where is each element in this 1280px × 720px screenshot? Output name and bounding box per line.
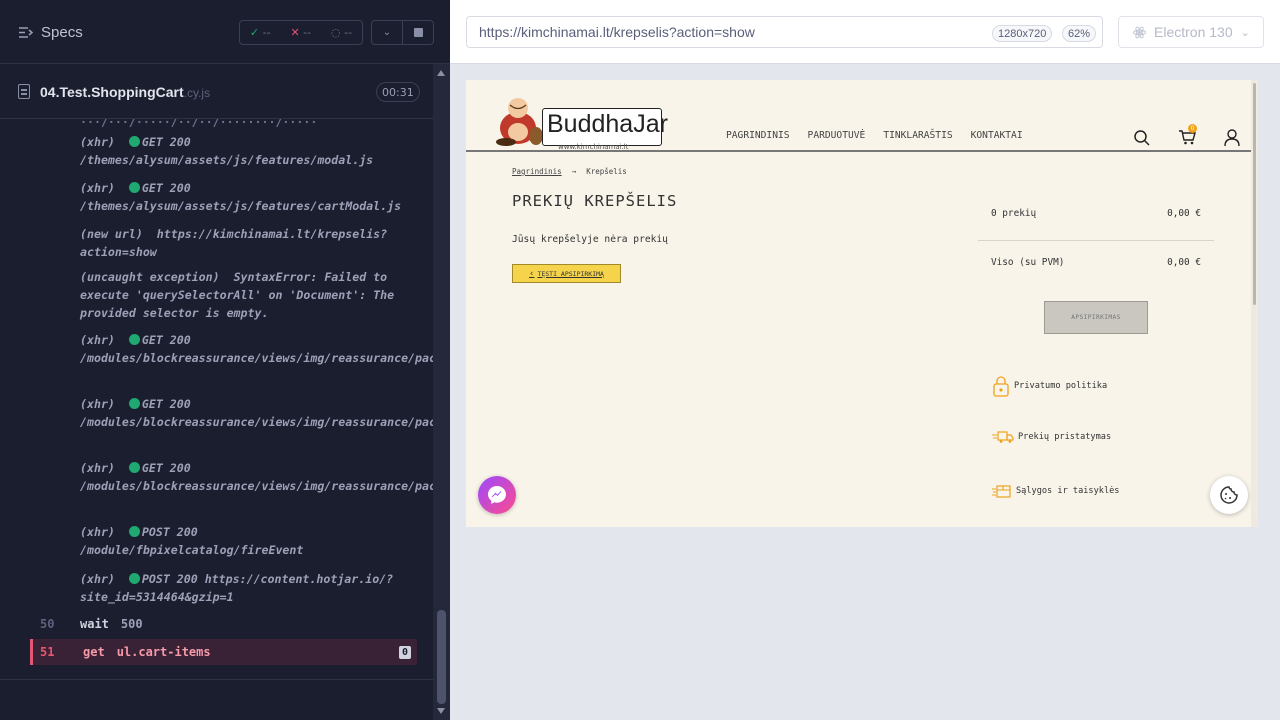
reassurance-privacy[interactable]: Privatumo politika (992, 375, 1107, 397)
passed-stat: ✓ -- (249, 26, 271, 39)
log-entry[interactable]: (xhr) GET 200 /modules/blockreassurance/… (80, 331, 433, 367)
status-dot-icon (128, 398, 140, 409)
breadcrumb: Pagrindinis → Krepšelis (512, 167, 627, 176)
nav-item-home[interactable]: PAGRINDINIS (726, 130, 790, 141)
nav-item-shop[interactable]: PARDUOTUVĖ (808, 130, 866, 141)
header-divider (466, 150, 1258, 152)
divider (0, 679, 433, 680)
scroll-up-icon[interactable] (437, 70, 445, 76)
search-button[interactable] (1133, 128, 1153, 148)
url-bar[interactable]: https://kimchinamai.lt/krepselis?action=… (466, 16, 1103, 48)
cookie-settings-button[interactable] (1210, 476, 1248, 514)
test-stats: ✓ -- ✕ -- ◌ -- (239, 20, 363, 45)
messenger-icon (488, 486, 506, 504)
cart-count-badge: 0 (1188, 124, 1197, 133)
browser-selector[interactable]: Electron 130 ⌄ (1118, 16, 1264, 48)
chevron-down-icon: ⌄ (382, 27, 392, 38)
viewport-size-badge[interactable]: 1280x720 (992, 25, 1053, 42)
breadcrumb-home-link[interactable]: Pagrindinis (512, 167, 562, 176)
log-entry[interactable]: (new url) https://kimchinamai.lt/krepsel… (80, 225, 420, 261)
spinner-icon: ◌ (330, 26, 341, 39)
nav-item-contacts[interactable]: KONTAKTAI (971, 130, 1023, 141)
file-icon (18, 84, 30, 99)
url-text: https://kimchinamai.lt/krepselis?action=… (479, 24, 755, 40)
status-dot-icon (128, 182, 140, 193)
summary-divider (978, 240, 1214, 241)
account-button[interactable] (1223, 128, 1243, 148)
command-row[interactable]: 50 wait 500 (30, 611, 417, 637)
scroll-down-icon[interactable] (437, 708, 445, 714)
messenger-chat-button[interactable] (478, 476, 516, 514)
command-log: ···/···/·····/··/··/········/····· (xhr)… (0, 119, 433, 679)
runner-header: Specs ✓ -- ✕ -- ◌ -- ⌄ (0, 0, 450, 64)
cookie-icon (1220, 486, 1238, 504)
log-entry[interactable]: (xhr) GET 200 /modules/blockreassurance/… (80, 395, 433, 431)
site-logo[interactable]: BuddhaJar www.kimchinamai.lt (492, 86, 668, 151)
reassurance-delivery[interactable]: Prekių pristatymas (992, 430, 1111, 444)
main-nav: PAGRINDINIS PARDUOTUVĖ TINKLARAŠTIS KONT… (726, 130, 1023, 141)
page-title: PREKIŲ KREPŠELIS (512, 192, 678, 210)
status-dot-icon (128, 573, 140, 584)
chevron-left-icon: ‹ (529, 268, 535, 279)
page-scrollbar-thumb[interactable] (1253, 83, 1256, 305)
breadcrumb-current: Krepšelis (586, 167, 627, 176)
breadcrumb-arrow-icon: → (571, 167, 577, 176)
nav-item-blog[interactable]: TINKLARAŠTIS (883, 130, 952, 141)
log-entry[interactable]: (uncaught exception) SyntaxError: Failed… (80, 268, 420, 322)
search-icon (1134, 130, 1150, 146)
status-dot-icon (128, 136, 140, 147)
electron-icon (1133, 26, 1146, 38)
stop-icon (413, 28, 423, 37)
summary-items-row: 0 prekių 0,00 € (991, 208, 1201, 219)
scrollbar-thumb[interactable] (437, 610, 446, 704)
pending-stat: ◌ -- (330, 26, 353, 39)
command-log-scrollbar[interactable] (433, 64, 450, 720)
specs-list-icon (19, 27, 33, 38)
browser-toolbar: https://kimchinamai.lt/krepselis?action=… (450, 0, 1280, 64)
app-under-test: BuddhaJar www.kimchinamai.lt PAGRINDINIS… (466, 80, 1258, 527)
logo-text: BuddhaJar (542, 108, 668, 146)
lock-icon (993, 376, 1009, 397)
page-scrollbar[interactable] (1251, 80, 1258, 527)
parcel-icon (992, 485, 1011, 498)
log-entry-partial: ···/···/·····/··/··/········/····· (80, 119, 318, 129)
truck-icon (992, 431, 1014, 443)
reassurance-terms[interactable]: Sąlygos ir taisyklės (992, 483, 1119, 499)
run-timer: 00:31 (376, 82, 420, 102)
log-entry[interactable]: (xhr) POST 200 /module/fbpixelcatalog/fi… (80, 523, 420, 559)
spec-header: 04.Test.ShoppingCart.cy.js 00:31 (0, 64, 433, 119)
log-entry[interactable]: (xhr) POST 200 https://content.hotjar.io… (80, 570, 420, 606)
checkout-button[interactable]: APSIPIRKIMAS (1044, 301, 1148, 334)
specs-label: Specs (41, 24, 83, 41)
cross-icon: ✕ (290, 26, 300, 39)
buddha-mascot-icon (496, 98, 543, 146)
log-entry[interactable]: (xhr) GET 200 /themes/alysum/assets/js/f… (80, 133, 420, 169)
failed-stat: ✕ -- (290, 26, 312, 39)
status-dot-icon (128, 526, 140, 537)
specs-toggle[interactable]: Specs (18, 24, 83, 41)
check-icon: ✓ (249, 26, 260, 39)
user-icon (1224, 129, 1240, 147)
cart-button[interactable]: 0 (1178, 124, 1198, 148)
summary-total-row: Viso (su PVM) 0,00 € (991, 257, 1201, 268)
chevron-down-icon: ⌄ (1240, 26, 1250, 39)
spec-file-name[interactable]: 04.Test.ShoppingCart.cy.js (40, 84, 210, 100)
browser-name: Electron 130 (1154, 24, 1233, 40)
stop-button[interactable] (402, 20, 434, 45)
status-dot-icon (128, 462, 140, 473)
zoom-badge[interactable]: 62% (1062, 25, 1097, 42)
empty-cart-message: Jūsų krepšelyje nėra prekių (512, 234, 668, 245)
continue-shopping-button[interactable]: ‹ TĘSTI APSIPIRKIMĄ (512, 264, 621, 283)
status-dot-icon (128, 334, 140, 345)
log-entry[interactable]: (xhr) GET 200 /modules/blockreassurance/… (80, 459, 433, 495)
element-count-badge: 0 (399, 646, 411, 659)
command-row-failed[interactable]: 51 get ul.cart-items 0 (30, 639, 417, 665)
cypress-runner-panel: Specs ✓ -- ✕ -- ◌ -- ⌄ 04.Test.ShoppingC… (0, 0, 450, 720)
log-entry[interactable]: (xhr) GET 200 /themes/alysum/assets/js/f… (80, 179, 420, 215)
dropdown-button[interactable]: ⌄ (371, 20, 403, 45)
